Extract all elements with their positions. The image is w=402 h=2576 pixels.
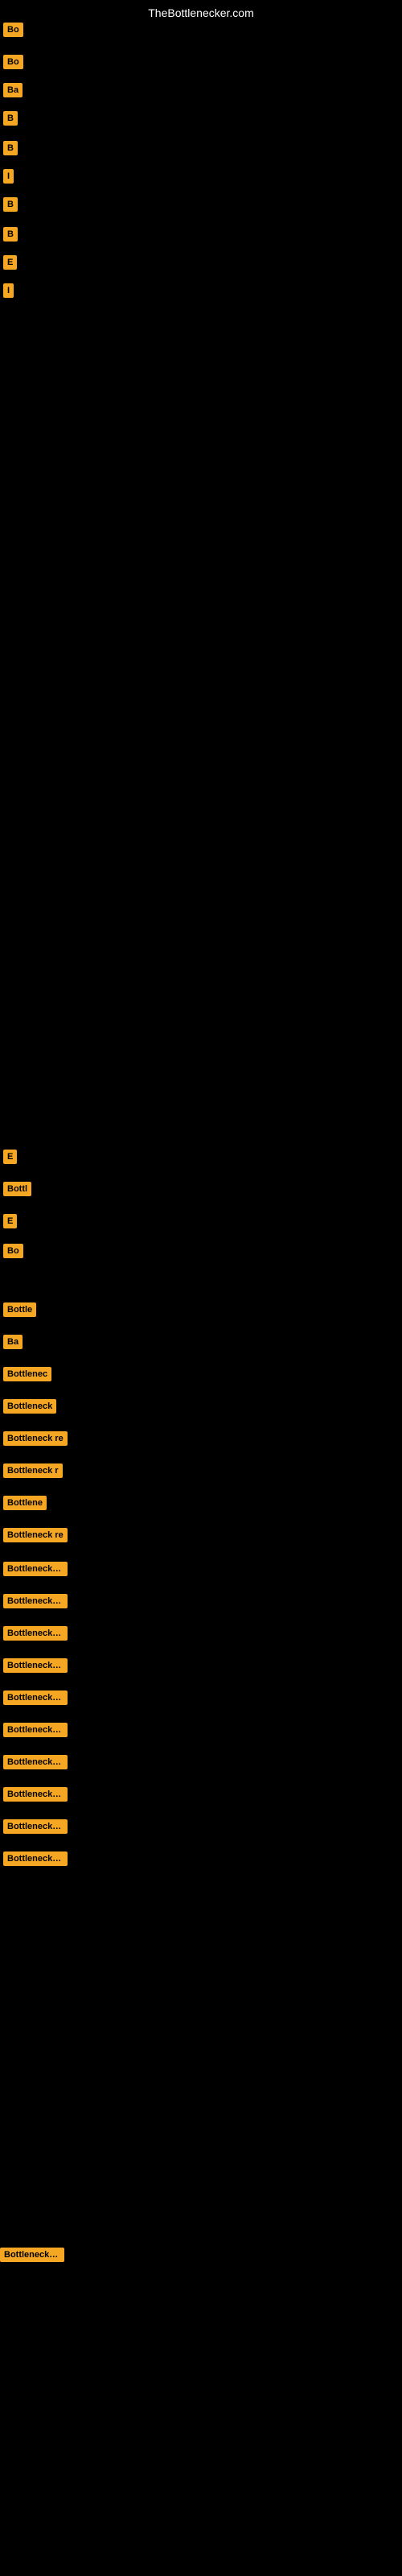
badge-6: I [3,169,14,184]
badge-26: Bottleneck resu [3,1658,68,1673]
badge-33: Bottleneck res [0,2248,64,2262]
site-title: TheBottlenecker.com [148,6,254,19]
badge-2: Bo [3,55,23,69]
badge-17: Bottlenec [3,1367,51,1381]
badge-10: I [3,283,14,298]
badge-5: B [3,141,18,155]
badge-22: Bottleneck re [3,1528,68,1542]
badge-12: Bottl [3,1182,31,1196]
badge-25: Bottleneck resu [3,1626,68,1641]
badge-30: Bottleneck resu [3,1787,68,1802]
badge-3: Ba [3,83,23,97]
badge-13: E [3,1214,17,1228]
badge-21: Bottlene [3,1496,47,1510]
badge-4: B [3,111,18,126]
badge-20: Bottleneck r [3,1463,63,1478]
badge-31: Bottleneck resu [3,1819,68,1834]
badge-8: B [3,227,18,242]
badge-32: Bottleneck resu [3,1852,68,1866]
badge-23: Bottleneck resu [3,1562,68,1576]
badge-18: Bottleneck [3,1399,56,1414]
badge-15: Bottle [3,1302,36,1317]
badge-24: Bottleneck resu [3,1594,68,1608]
badge-1: Bo [3,23,23,37]
badge-7: B [3,197,18,212]
badge-9: E [3,255,17,270]
badge-16: Ba [3,1335,23,1349]
badge-27: Bottleneck resu [3,1690,68,1705]
badge-29: Bottleneck resu [3,1755,68,1769]
badge-28: Bottleneck resu [3,1723,68,1737]
badge-19: Bottleneck re [3,1431,68,1446]
badge-11: E [3,1150,17,1164]
badge-14: Bo [3,1244,23,1258]
